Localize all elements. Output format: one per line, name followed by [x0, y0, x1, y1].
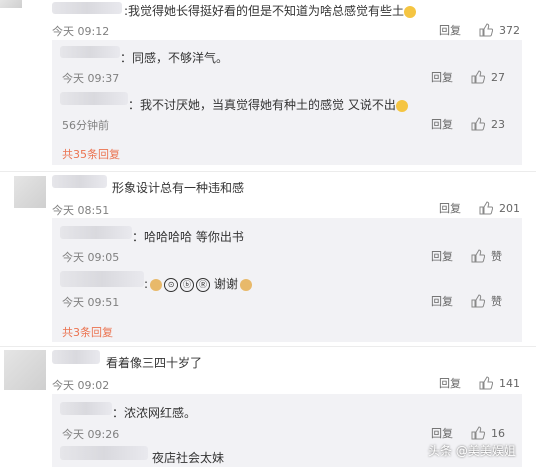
- thumbs-up-icon[interactable]: [471, 426, 485, 440]
- like-count: 赞: [491, 295, 502, 308]
- reply-actions: 回复 赞: [431, 293, 502, 309]
- reply-actions: 回复 23: [431, 116, 505, 132]
- reply-button[interactable]: 回复: [431, 425, 453, 441]
- laugh-emoji-icon: [404, 5, 417, 18]
- username-blurred[interactable]: [60, 46, 120, 58]
- username-blurred[interactable]: [52, 350, 100, 364]
- watermark: 头条 @美美娱姐: [428, 444, 516, 458]
- clap-emoji-icon: [239, 278, 252, 291]
- reply-text: : ⊙ ⓑ Ⓡ 谢谢: [144, 277, 252, 292]
- reply-actions: 回复 赞: [431, 248, 502, 264]
- avatar[interactable]: [4, 350, 46, 390]
- thumbs-up-icon[interactable]: [479, 201, 493, 215]
- reply-text: ：我不讨厌她，当真觉得她有种土的感觉 又说不出: [128, 98, 408, 112]
- thumbs-up-icon[interactable]: [471, 117, 485, 131]
- reply-time: 今天 09:37: [62, 72, 120, 85]
- reply-time: 今天 09:05: [62, 251, 120, 264]
- reply-time: 今天 09:51: [62, 296, 120, 309]
- reply-button[interactable]: 回复: [439, 22, 461, 38]
- reply-actions: 回复 16: [431, 425, 505, 441]
- username-blurred[interactable]: [60, 402, 112, 415]
- reply-time: 今天 09:26: [62, 428, 120, 441]
- like-count: 141: [499, 376, 520, 390]
- like-count: 372: [499, 23, 520, 37]
- divider: [0, 171, 536, 172]
- clap-emoji-icon: [150, 278, 163, 291]
- reply-button[interactable]: 回复: [431, 69, 453, 85]
- like-count: 27: [491, 70, 505, 84]
- reply-button[interactable]: 回复: [431, 248, 453, 264]
- like-count: 201: [499, 201, 520, 215]
- reply-text: ：哈哈哈哈 等你出书: [132, 230, 244, 244]
- more-replies-link[interactable]: 共35条回复: [62, 146, 120, 162]
- like-count: 16: [491, 426, 505, 440]
- divider: [0, 346, 536, 347]
- username-blurred[interactable]: [52, 2, 122, 14]
- circle-icon: ⊙: [164, 277, 179, 292]
- comment-time: 今天 09:12: [52, 25, 110, 38]
- username-blurred[interactable]: [60, 271, 144, 287]
- thumbs-up-icon[interactable]: [479, 23, 493, 37]
- reply-button[interactable]: 回复: [439, 200, 461, 216]
- username-blurred[interactable]: [60, 446, 148, 460]
- username-blurred[interactable]: [60, 226, 132, 239]
- circle-icon: Ⓡ: [196, 277, 211, 292]
- reply-button[interactable]: 回复: [431, 116, 453, 132]
- circle-icon: ⓑ: [180, 277, 195, 292]
- reply-text: ：浓浓网红感。: [112, 406, 197, 420]
- reply-time: 56分钟前: [62, 119, 109, 132]
- like-count: 赞: [491, 250, 502, 263]
- comment-actions: 回复 372: [439, 22, 520, 38]
- avatar[interactable]: [14, 176, 46, 208]
- reply-text: 夜店社会太妹: [152, 451, 225, 465]
- username-blurred[interactable]: [52, 175, 107, 188]
- thumbs-up-icon[interactable]: [471, 70, 485, 84]
- reply-button[interactable]: 回复: [431, 293, 453, 309]
- reply-text: ：同感，不够洋气。: [120, 51, 229, 65]
- avatar[interactable]: [0, 0, 22, 8]
- comment-actions: 回复 141: [439, 375, 520, 391]
- username-blurred[interactable]: [60, 92, 128, 105]
- comment-text: :我觉得她长得挺好看的但是不知道为啥总感觉有些土: [124, 4, 417, 18]
- comment-actions: 回复 201: [439, 200, 520, 216]
- comment-text: 形象设计总有一种违和感: [112, 181, 245, 195]
- laugh-emoji-icon: [395, 99, 408, 112]
- like-count: 23: [491, 117, 505, 131]
- comment-time: 今天 08:51: [52, 204, 110, 217]
- reply-actions: 回复 27: [431, 69, 505, 85]
- thumbs-up-icon[interactable]: [471, 294, 485, 308]
- reply-button[interactable]: 回复: [439, 375, 461, 391]
- comment-text: 看着像三四十岁了: [106, 356, 203, 370]
- thumbs-up-icon[interactable]: [479, 376, 493, 390]
- more-replies-link[interactable]: 共3条回复: [62, 324, 113, 340]
- comment-time: 今天 09:02: [52, 379, 110, 392]
- thumbs-up-icon[interactable]: [471, 249, 485, 263]
